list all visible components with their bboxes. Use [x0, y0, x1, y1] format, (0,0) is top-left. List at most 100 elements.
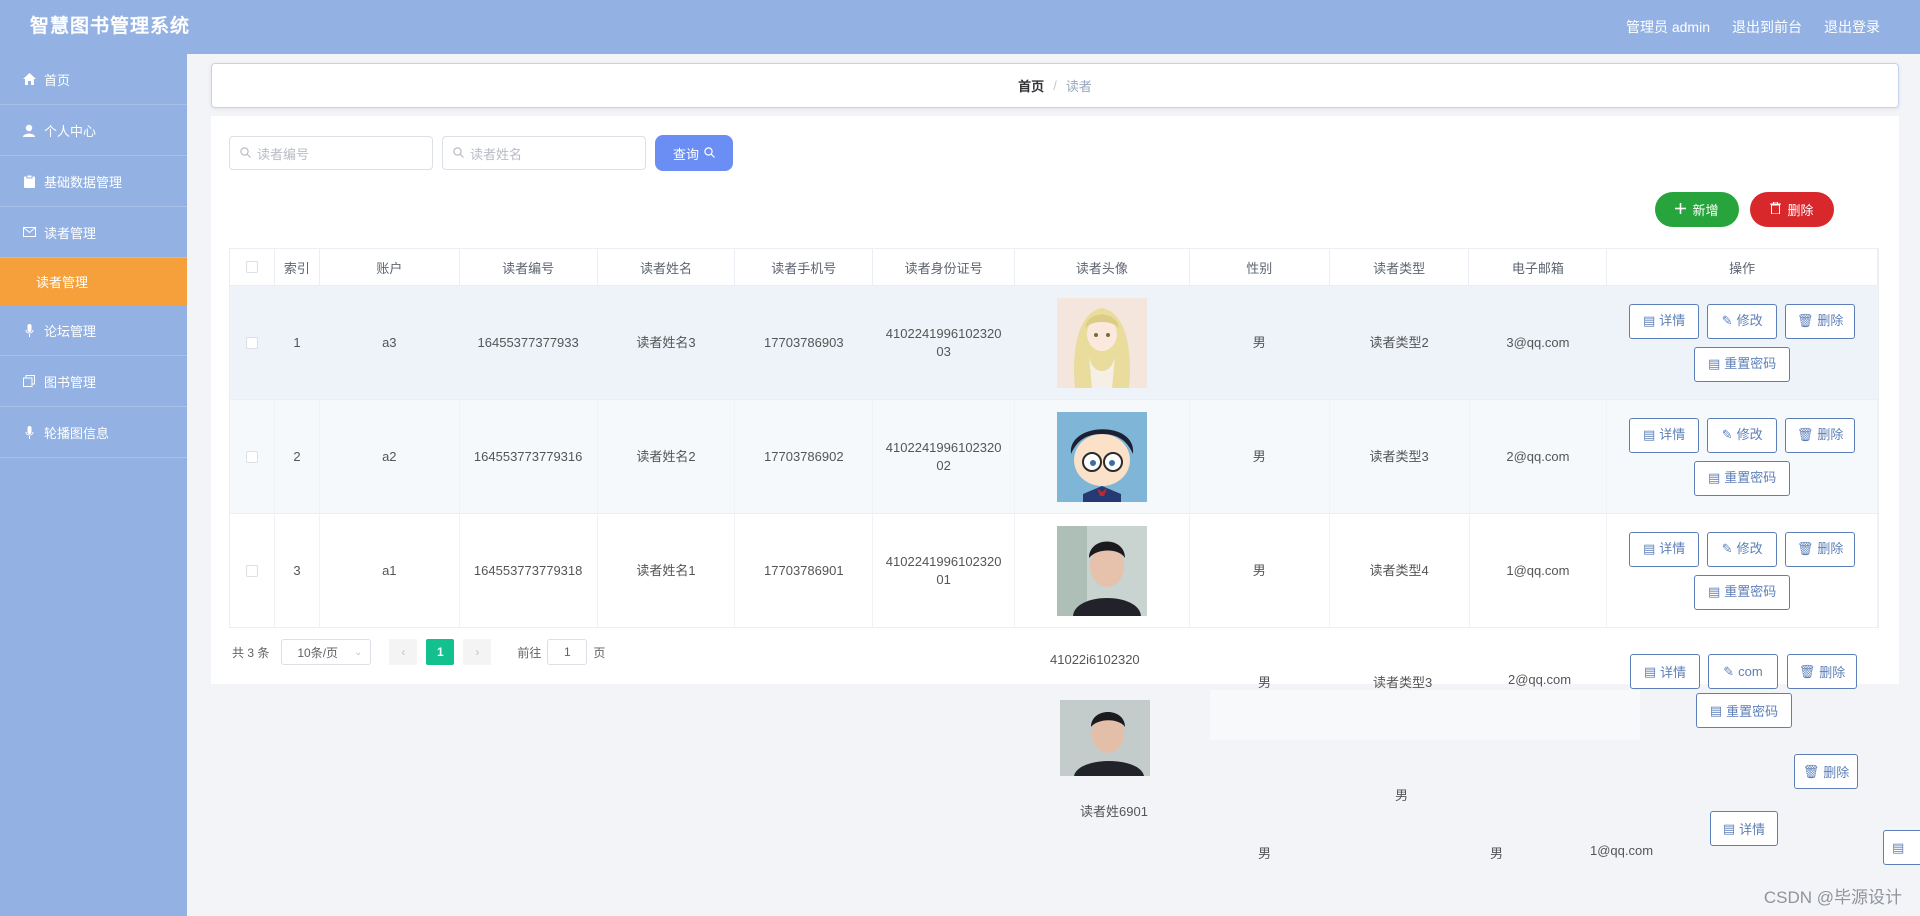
search-icon: [240, 146, 251, 161]
row-select[interactable]: [230, 400, 275, 513]
breadcrumb-home[interactable]: 首页: [1018, 76, 1044, 95]
sidebar-item-basic-data[interactable]: 基础数据管理: [0, 156, 187, 207]
reset-password-label: 重置密码: [1724, 584, 1777, 599]
document-icon: ▤: [1643, 541, 1656, 556]
prev-page-button[interactable]: ‹: [389, 639, 418, 665]
goto-page-input[interactable]: 1: [547, 639, 588, 665]
ghost-reset-label: 重置密码: [1726, 704, 1779, 719]
row-checkbox[interactable]: [245, 564, 258, 577]
cell-phone: 17703786903: [735, 286, 874, 399]
ghost-delete-button[interactable]: 🗑 删除: [1787, 654, 1857, 689]
row-select[interactable]: [230, 286, 275, 399]
document-icon: ▤: [1708, 470, 1721, 485]
batch-delete-button[interactable]: 删除: [1750, 192, 1834, 227]
delete-label: 删除: [1817, 541, 1844, 556]
microphone-icon: [22, 425, 36, 439]
sidebar-item-profile[interactable]: 个人中心: [0, 105, 187, 156]
select-all-checkbox[interactable]: [245, 261, 258, 273]
sidebar-subitem-reader-management[interactable]: 读者管理: [0, 258, 187, 305]
ghost-detail-button-2[interactable]: ▤ 详情: [1710, 811, 1778, 846]
sidebar-item-label: 读者管理: [36, 275, 89, 290]
ghost-detail-label: 详情: [1660, 665, 1687, 680]
delete-button[interactable]: 🗑 删除: [1785, 417, 1856, 453]
column-header: 读者头像: [1015, 249, 1190, 285]
query-button[interactable]: 查询: [655, 135, 733, 171]
pagination: 共 3 条 10条/页 ⌄ ‹ 1 › 前往 1 页: [232, 639, 605, 665]
query-button-label: 查询: [672, 146, 699, 162]
pencil-icon: ✎: [1721, 541, 1733, 556]
reset-password-button[interactable]: ▤ 重置密码: [1694, 346, 1791, 382]
delete-button[interactable]: 🗑 删除: [1785, 531, 1856, 567]
breadcrumb: 首页 / 读者: [211, 63, 1899, 108]
cell-id-card: 410224199610232003: [873, 286, 1016, 399]
ghost-type: 读者类型3: [1373, 675, 1433, 690]
ghost-cut-button[interactable]: ▤: [1883, 830, 1920, 865]
sidebar-item-label: 轮播图信息: [44, 425, 110, 441]
pencil-icon: ✎: [1721, 427, 1733, 442]
sidebar-item-books[interactable]: 图书管理: [0, 356, 187, 407]
cell-index: 1: [275, 286, 320, 399]
sidebar-item-label: 首页: [44, 72, 71, 88]
cell-id-card: 410224199610232001: [873, 514, 1016, 627]
edit-button[interactable]: ✎ 修改: [1707, 531, 1778, 567]
detail-label: 详情: [1659, 313, 1686, 328]
row-select[interactable]: [230, 514, 275, 627]
cell-id-card: 410224199610232002: [873, 400, 1016, 513]
edit-button[interactable]: ✎ 修改: [1707, 417, 1778, 453]
app-title: 智慧图书管理系统: [30, 16, 191, 37]
header-select-all[interactable]: [230, 249, 275, 285]
cell-type: 读者类型4: [1330, 514, 1470, 627]
document-icon: ▤: [1722, 820, 1736, 836]
cell-avatar: [1015, 286, 1190, 399]
ghost-gender-c: 男: [1258, 846, 1272, 861]
pencil-icon: ✎: [1723, 663, 1735, 679]
ghost-gender-b: 男: [1395, 788, 1409, 803]
column-header: 读者姓名: [598, 249, 736, 285]
reader-name-placeholder: 读者姓名: [470, 146, 523, 162]
page-size-select[interactable]: 10条/页 ⌄: [281, 639, 372, 665]
cell-name: 读者姓名2: [598, 400, 736, 513]
reader-no-search-input[interactable]: 读者编号: [229, 136, 433, 170]
reader-no-placeholder: 读者编号: [257, 146, 310, 162]
logout-link[interactable]: 退出登录: [1824, 0, 1880, 54]
cell-operations: ▤ 详情 ✎ 修改 🗑 删除 ▤ 重置密码: [1607, 514, 1878, 627]
cell-name: 读者姓名3: [598, 286, 736, 399]
cell-email: 2@qq.com: [1470, 400, 1608, 513]
ghost-email-b: 1@qq.com: [1590, 843, 1654, 858]
sidebar-item-label: 个人中心: [44, 123, 97, 139]
reset-password-button[interactable]: ▤ 重置密码: [1694, 460, 1791, 496]
detail-button[interactable]: ▤ 详情: [1629, 531, 1700, 567]
reset-password-button[interactable]: ▤ 重置密码: [1694, 574, 1791, 610]
add-button[interactable]: 新增: [1655, 192, 1739, 227]
ghost-reset-button[interactable]: ▤ 重置密码: [1696, 693, 1792, 728]
column-header: 读者编号: [460, 249, 598, 285]
sidebar-item-label: 读者管理: [44, 225, 97, 241]
ghost-com-button[interactable]: ✎ com: [1708, 654, 1778, 689]
detail-button[interactable]: ▤ 详情: [1629, 303, 1700, 339]
top-bar: 智慧图书管理系统 管理员 admin 退出到前台 退出登录: [0, 0, 1920, 54]
admin-label: 管理员 admin: [1625, 19, 1710, 35]
row-checkbox[interactable]: [245, 450, 258, 463]
plus-icon: [1675, 202, 1687, 217]
detail-button[interactable]: ▤ 详情: [1629, 417, 1700, 453]
cell-gender: 男: [1190, 514, 1330, 627]
cell-type: 读者类型2: [1330, 286, 1470, 399]
ghost-detail-button[interactable]: ▤ 详情: [1630, 654, 1700, 689]
sidebar-item-forum[interactable]: 论坛管理: [0, 305, 187, 356]
edit-button[interactable]: ✎ 修改: [1707, 303, 1778, 339]
sidebar-item-home[interactable]: 首页: [0, 54, 187, 105]
next-page-button[interactable]: ›: [463, 639, 492, 665]
back-to-front-link[interactable]: 退出到前台: [1732, 0, 1802, 54]
cell-gender: 男: [1190, 400, 1330, 513]
sidebar-item-label: 图书管理: [44, 374, 97, 390]
sidebar-item-reader-management[interactable]: 读者管理: [0, 207, 187, 258]
ghost-delete-button-2[interactable]: 🗑 删除: [1794, 754, 1858, 789]
reader-name-search-input[interactable]: 读者姓名: [442, 136, 646, 170]
goto-label: 前往: [517, 645, 542, 660]
sidebar-item-carousel[interactable]: 轮播图信息: [0, 407, 187, 458]
ghost-gender-d: 男: [1490, 846, 1504, 861]
row-checkbox[interactable]: [245, 336, 258, 349]
delete-button[interactable]: 🗑 删除: [1785, 303, 1856, 339]
page-number-current[interactable]: 1: [426, 639, 455, 665]
cell-index: 3: [275, 514, 320, 627]
